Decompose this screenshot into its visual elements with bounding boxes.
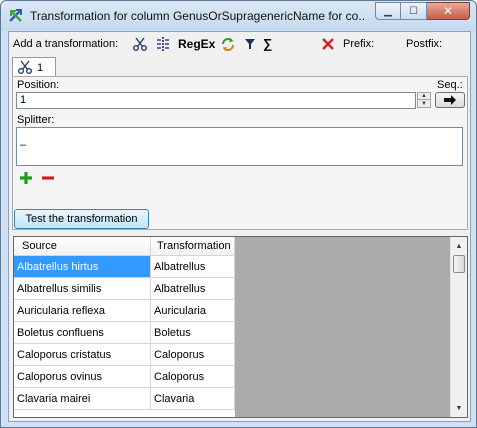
- source-cell[interactable]: Boletus confluens: [14, 322, 151, 344]
- transformation-cell[interactable]: Caloporus: [151, 344, 235, 366]
- transformation-cell[interactable]: Boletus: [151, 322, 235, 344]
- source-cell[interactable]: Caloporus ovinus: [14, 366, 151, 388]
- transformation-cell[interactable]: Auricularia: [151, 300, 235, 322]
- close-button[interactable]: ✕: [427, 2, 470, 20]
- filter-icon: [245, 39, 255, 49]
- maximize-button[interactable]: ☐: [401, 2, 427, 20]
- transformation-cell[interactable]: Albatrellus: [151, 278, 235, 300]
- spin-down-icon[interactable]: ▼: [417, 100, 431, 108]
- column-header-source[interactable]: Source: [14, 237, 151, 256]
- table-row[interactable]: Albatrellus similis Albatrellus: [14, 278, 235, 300]
- transformation-cell[interactable]: Clavaria: [151, 388, 235, 410]
- cut-transformation-button[interactable]: [132, 36, 148, 52]
- scroll-up-icon[interactable]: ▲: [451, 238, 467, 254]
- vertical-scrollbar[interactable]: ▲ ▼: [450, 237, 467, 417]
- source-cell[interactable]: Clavaria mairei: [14, 388, 151, 410]
- scroll-thumb[interactable]: [453, 255, 465, 273]
- scissors-icon: [17, 59, 33, 75]
- grid-body: Source Transformation Albatrellus hirtus…: [14, 237, 235, 417]
- source-cell[interactable]: Caloporus cristatus: [14, 344, 151, 366]
- transformation-cell[interactable]: Albatrellus: [151, 256, 235, 278]
- table-row[interactable]: Albatrellus hirtus Albatrellus: [14, 256, 235, 278]
- result-grid: Source Transformation Albatrellus hirtus…: [13, 236, 468, 418]
- add-transformation-label: Add a transformation:: [13, 38, 119, 50]
- tab-label: 1: [37, 62, 44, 74]
- title-bar[interactable]: Transformation for column GenusOrSuprage…: [1, 1, 476, 31]
- maximize-icon: ☐: [409, 5, 418, 17]
- close-icon: ✕: [442, 4, 454, 18]
- minimize-button[interactable]: ▁: [375, 2, 401, 20]
- sequence-button[interactable]: [435, 92, 465, 108]
- regex-button[interactable]: RegEx: [178, 37, 215, 51]
- table-row[interactable]: Caloporus cristatus Caloporus: [14, 344, 235, 366]
- filter-transformation-button[interactable]: [242, 36, 258, 52]
- grid-header: Source Transformation: [14, 237, 235, 256]
- table-row[interactable]: Boletus confluens Boletus: [14, 322, 235, 344]
- transformation-cell[interactable]: Caloporus: [151, 366, 235, 388]
- source-cell[interactable]: Albatrellus similis: [14, 278, 151, 300]
- source-cell[interactable]: Auricularia reflexa: [14, 300, 151, 322]
- remove-splitter-button[interactable]: [40, 170, 56, 186]
- test-transformation-button[interactable]: Test the transformation: [14, 209, 149, 229]
- position-spinner[interactable]: ▲ ▼: [417, 92, 431, 109]
- prefix-label[interactable]: Prefix:: [343, 38, 374, 50]
- spin-up-icon[interactable]: ▲: [417, 92, 431, 100]
- arrow-right-icon: [444, 95, 456, 105]
- postfix-label[interactable]: Postfix:: [406, 38, 442, 50]
- replace-icon: [222, 38, 234, 51]
- sum-icon[interactable]: ∑: [263, 36, 272, 51]
- client-area: Add a transformation: RegEx ∑ Prefix: Po…: [8, 31, 471, 422]
- scissors-icon: [133, 37, 147, 51]
- minimize-icon: ▁: [384, 5, 392, 17]
- transform-app-icon: [7, 7, 25, 25]
- plus-icon: [20, 172, 32, 184]
- sequence-label: Seq.:: [437, 79, 463, 91]
- position-label: Position:: [17, 79, 60, 91]
- column-header-transformation[interactable]: Transformation: [151, 237, 235, 256]
- table-row[interactable]: Caloporus ovinus Caloporus: [14, 366, 235, 388]
- window-title: Transformation for column GenusOrSuprage…: [30, 9, 366, 23]
- splitter-input[interactable]: –: [16, 127, 463, 166]
- delete-x-icon: [322, 38, 334, 50]
- scroll-down-icon[interactable]: ▼: [451, 400, 467, 416]
- replace-transformation-button[interactable]: [220, 36, 236, 52]
- splitter-label: Splitter:: [17, 114, 55, 126]
- add-splitter-button[interactable]: [18, 170, 34, 186]
- split-transformation-button[interactable]: [155, 36, 171, 52]
- table-row[interactable]: Auricularia reflexa Auricularia: [14, 300, 235, 322]
- position-input[interactable]: 1: [16, 92, 416, 109]
- table-row[interactable]: Clavaria mairei Clavaria: [14, 388, 235, 410]
- tab-page: Position: 1 ▲ ▼ Seq.: Splitter: –: [12, 76, 468, 230]
- transformation-window: Transformation for column GenusOrSuprage…: [0, 0, 477, 428]
- split-icon: [157, 37, 169, 51]
- remove-transformation-button[interactable]: [320, 36, 336, 52]
- transformation-toolbar: Add a transformation: RegEx ∑ Prefix: Po…: [9, 32, 470, 56]
- minus-icon: [42, 176, 54, 180]
- window-controls: ▁ ☐ ✕: [375, 2, 470, 20]
- tab-1[interactable]: 1: [12, 57, 56, 77]
- source-cell[interactable]: Albatrellus hirtus: [14, 256, 151, 278]
